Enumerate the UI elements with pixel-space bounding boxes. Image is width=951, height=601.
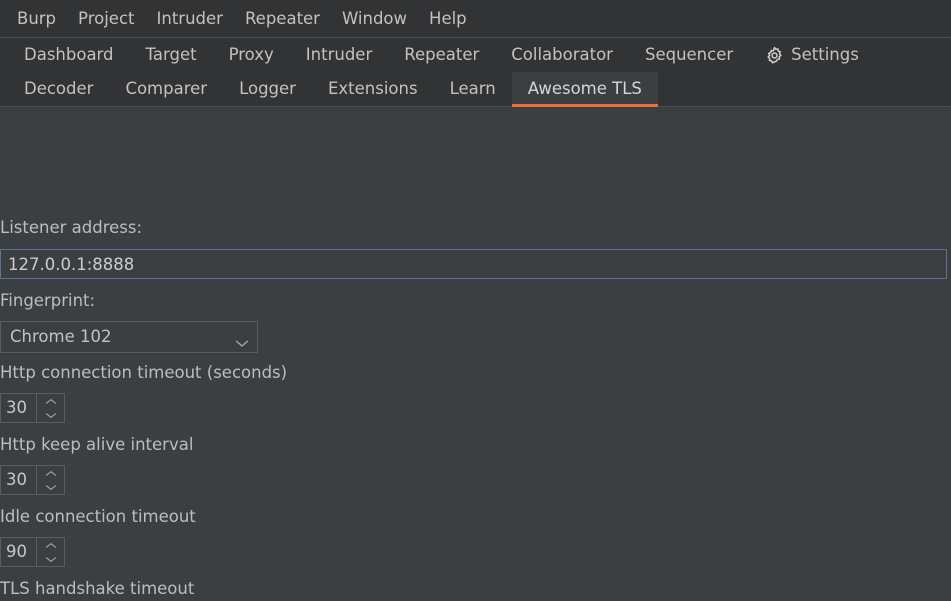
tab-decoder-label: Decoder — [24, 79, 94, 98]
idle-connection-timeout-label-row: Idle connection timeout — [0, 506, 196, 528]
tab-target[interactable]: Target — [130, 38, 213, 72]
http-connection-timeout-stepper-buttons — [36, 394, 64, 422]
tab-learn-label: Learn — [449, 79, 496, 98]
tab-learn[interactable]: Learn — [434, 72, 512, 106]
tab-decoder[interactable]: Decoder — [8, 72, 109, 106]
chevron-down-icon[interactable] — [37, 408, 64, 422]
menu-item-window[interactable]: Window — [331, 6, 418, 32]
http-keep-alive-label-row: Http keep alive interval — [0, 434, 193, 456]
idle-connection-timeout-label: Idle connection timeout — [0, 507, 196, 526]
menu-item-burp[interactable]: Burp — [6, 6, 67, 32]
chevron-down-icon[interactable] — [37, 552, 64, 566]
tab-collaborator[interactable]: Collaborator — [495, 38, 629, 72]
tab-row-secondary: Decoder Comparer Logger Extensions Learn… — [0, 72, 951, 107]
menu-item-repeater[interactable]: Repeater — [234, 6, 331, 32]
fingerprint-dropdown-value: Chrome 102 — [10, 327, 112, 346]
fingerprint-label-row: Fingerprint: — [0, 290, 95, 312]
menu-item-help[interactable]: Help — [418, 6, 478, 32]
chevron-down-icon — [235, 333, 249, 347]
idle-connection-timeout-input[interactable] — [1, 538, 36, 566]
http-keep-alive-interval-stepper[interactable] — [0, 465, 65, 495]
fingerprint-label: Fingerprint: — [0, 291, 96, 310]
tab-dashboard[interactable]: Dashboard — [8, 38, 130, 72]
idle-connection-timeout-stepper-buttons — [36, 538, 64, 566]
http-connection-timeout-label: Http connection timeout (seconds) — [0, 363, 288, 382]
tab-target-label: Target — [145, 45, 197, 64]
tab-sequencer[interactable]: Sequencer — [629, 38, 749, 72]
tab-repeater-label: Repeater — [404, 45, 480, 64]
tab-proxy-label: Proxy — [228, 45, 274, 64]
awesome-tls-settings-panel: Listener address: Fingerprint: Chrome 10… — [0, 107, 951, 601]
tls-handshake-timeout-label: TLS handshake timeout — [0, 579, 195, 598]
tab-logger[interactable]: Logger — [223, 72, 312, 106]
chevron-up-icon[interactable] — [37, 466, 64, 480]
tab-settings-label: Settings — [791, 45, 859, 64]
tab-strip: Dashboard Target Proxy Intruder Repeater… — [0, 38, 951, 107]
tab-awesome-tls-label: Awesome TLS — [527, 79, 642, 98]
menu-item-intruder[interactable]: Intruder — [146, 6, 234, 32]
tab-settings[interactable]: Settings — [749, 38, 875, 72]
fingerprint-dropdown[interactable]: Chrome 102 — [0, 321, 258, 353]
gear-icon — [765, 46, 784, 65]
burp-suite-window: Burp Project Intruder Repeater Window He… — [0, 0, 951, 601]
http-connection-timeout-stepper[interactable] — [0, 393, 65, 423]
tab-extensions-label: Extensions — [327, 79, 418, 98]
listener-address-input[interactable] — [0, 249, 947, 279]
tab-collaborator-label: Collaborator — [511, 45, 613, 64]
tab-sequencer-label: Sequencer — [644, 45, 734, 64]
idle-connection-timeout-stepper[interactable] — [0, 537, 65, 567]
listener-address-label-row: Listener address: — [0, 217, 142, 239]
http-keep-alive-interval-input[interactable] — [1, 466, 36, 494]
tab-row-primary: Dashboard Target Proxy Intruder Repeater… — [0, 38, 951, 72]
menu-bar: Burp Project Intruder Repeater Window He… — [0, 0, 951, 38]
tab-dashboard-label: Dashboard — [24, 45, 114, 64]
tab-extensions[interactable]: Extensions — [312, 72, 434, 106]
tab-intruder[interactable]: Intruder — [290, 38, 388, 72]
tab-intruder-label: Intruder — [305, 45, 373, 64]
tab-comparer[interactable]: Comparer — [109, 72, 223, 106]
chevron-up-icon[interactable] — [37, 538, 64, 552]
menu-item-project[interactable]: Project — [67, 6, 145, 32]
tls-handshake-timeout-label-row: TLS handshake timeout — [0, 578, 194, 600]
http-connection-timeout-label-row: Http connection timeout (seconds) — [0, 362, 287, 384]
tab-comparer-label: Comparer — [125, 79, 208, 98]
chevron-down-icon[interactable] — [37, 480, 64, 494]
listener-address-label: Listener address: — [0, 218, 143, 237]
http-keep-alive-interval-stepper-buttons — [36, 466, 64, 494]
chevron-up-icon[interactable] — [37, 394, 64, 408]
http-keep-alive-interval-label: Http keep alive interval — [0, 435, 194, 454]
tab-repeater[interactable]: Repeater — [388, 38, 495, 72]
tab-proxy[interactable]: Proxy — [213, 38, 290, 72]
http-connection-timeout-input[interactable] — [1, 394, 36, 422]
tab-awesome-tls[interactable]: Awesome TLS — [511, 72, 659, 107]
tab-logger-label: Logger — [239, 79, 296, 98]
